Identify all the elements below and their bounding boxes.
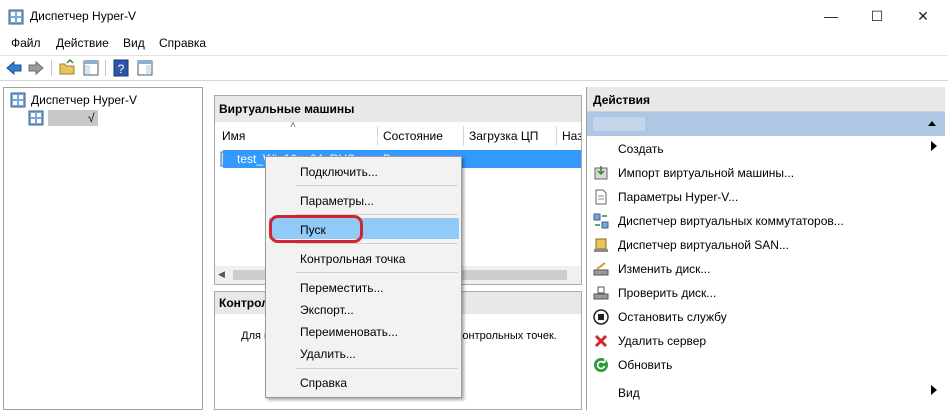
action-label: Параметры Hyper-V...	[618, 190, 739, 204]
action-hyperv-settings[interactable]: Параметры Hyper-V...	[587, 185, 945, 209]
hyper-v-manager-icon	[10, 92, 26, 108]
ctx-rename[interactable]: Переименовать...	[300, 325, 398, 339]
edit-disk-icon	[593, 262, 609, 276]
ctx-checkpoint[interactable]: Контрольная точка	[300, 252, 405, 266]
ctx-export[interactable]: Экспорт...	[300, 303, 354, 317]
action-view[interactable]: Вид	[587, 381, 945, 405]
action-label: Импорт виртуальной машины...	[618, 166, 795, 180]
window-title: Диспетчер Hyper-V	[30, 9, 137, 23]
action-label: Вид	[618, 386, 640, 400]
show-hide-console-tree-icon[interactable]	[82, 59, 100, 77]
action-label: Изменить диск...	[618, 262, 711, 276]
maximize-icon: ☐	[870, 7, 884, 24]
action-label: Удалить сервер	[618, 334, 707, 348]
action-label: Проверить диск...	[618, 286, 717, 300]
action-label: Диспетчер виртуальной SAN...	[618, 238, 789, 252]
ctx-help[interactable]: Справка	[300, 376, 347, 390]
collapse-up-icon[interactable]	[927, 119, 937, 129]
maximize-button[interactable]: ☐	[854, 0, 900, 32]
action-create[interactable]: Создать	[587, 137, 945, 161]
menu-file[interactable]: Файл	[11, 36, 41, 50]
close-icon: ✕	[917, 7, 929, 24]
inspect-disk-icon	[593, 286, 609, 300]
column-cpu[interactable]: Загрузка ЦП	[469, 129, 538, 143]
title-bar: Диспетчер Hyper-V — ☐ ✕	[0, 0, 948, 33]
ctx-move[interactable]: Переместить...	[300, 281, 384, 295]
remove-server-icon	[594, 334, 608, 348]
action-san-manager[interactable]: Диспетчер виртуальной SAN...	[587, 233, 945, 257]
menu-bar: Файл Действие Вид Справка	[0, 33, 948, 55]
svg-text:?: ?	[118, 62, 125, 76]
sort-up-icon: ˄	[290, 120, 296, 131]
help-icon[interactable]: ?	[112, 59, 130, 77]
column-assigned[interactable]: Назн	[562, 129, 581, 143]
vm-panel-header: Виртуальные машины	[215, 96, 581, 122]
ctx-connect[interactable]: Подключить...	[300, 165, 378, 179]
host-name-redacted-2	[593, 117, 645, 131]
submenu-arrow-icon	[931, 141, 937, 151]
vm-context-menu: Подключить... Параметры... Пуск Контроль…	[265, 156, 462, 398]
actions-host-subheader[interactable]	[587, 112, 945, 136]
actions-header: Действия	[587, 87, 945, 112]
minimize-button[interactable]: —	[808, 0, 854, 32]
san-manager-icon	[594, 238, 608, 252]
column-name[interactable]: Имя	[222, 129, 245, 143]
action-label: Обновить	[618, 358, 673, 372]
back-arrow-icon[interactable]	[5, 59, 23, 77]
forward-arrow-icon[interactable]	[27, 59, 45, 77]
action-refresh[interactable]: Обновить	[587, 353, 945, 377]
host-name-suffix: √	[88, 111, 95, 125]
stop-service-icon	[593, 309, 609, 325]
tree-root-label[interactable]: Диспетчер Hyper-V	[31, 93, 137, 107]
action-label: Остановить службу	[618, 310, 727, 324]
host-server-icon	[28, 110, 44, 126]
minimize-icon: —	[824, 8, 838, 24]
menu-help[interactable]: Справка	[159, 36, 206, 50]
action-switch-manager[interactable]: Диспетчер виртуальных коммутаторов...	[587, 209, 945, 233]
up-folder-icon[interactable]	[58, 59, 76, 77]
annotation-circle	[269, 215, 363, 243]
scroll-left-icon[interactable]: ◀	[218, 269, 225, 280]
refresh-icon	[594, 358, 608, 372]
action-import-vm[interactable]: Импорт виртуальной машины...	[587, 161, 945, 185]
action-label: Диспетчер виртуальных коммутаторов...	[618, 214, 844, 228]
toolbar: ?	[0, 55, 948, 81]
menu-view[interactable]: Вид	[123, 36, 145, 50]
switch-manager-icon	[593, 213, 609, 229]
ctx-settings[interactable]: Параметры...	[300, 194, 374, 208]
action-remove-server[interactable]: Удалить сервер	[587, 329, 945, 353]
ctx-delete[interactable]: Удалить...	[300, 347, 356, 361]
column-state[interactable]: Состояние	[383, 129, 443, 143]
menu-action[interactable]: Действие	[56, 36, 109, 50]
actions-pane: Действия Создать Импорт виртуальной маши…	[586, 87, 945, 410]
action-edit-disk[interactable]: Изменить диск...	[587, 257, 945, 281]
action-label: Создать	[618, 142, 664, 156]
action-inspect-disk[interactable]: Проверить диск...	[587, 281, 945, 305]
hyper-v-app-icon	[8, 9, 24, 25]
submenu-arrow-icon	[931, 385, 937, 395]
import-icon	[594, 166, 608, 180]
show-hide-action-pane-icon[interactable]	[136, 59, 154, 77]
settings-page-icon	[595, 189, 607, 205]
console-tree: Диспетчер Hyper-V √	[3, 87, 203, 410]
action-stop-service[interactable]: Остановить службу	[587, 305, 945, 329]
close-button[interactable]: ✕	[900, 0, 946, 32]
